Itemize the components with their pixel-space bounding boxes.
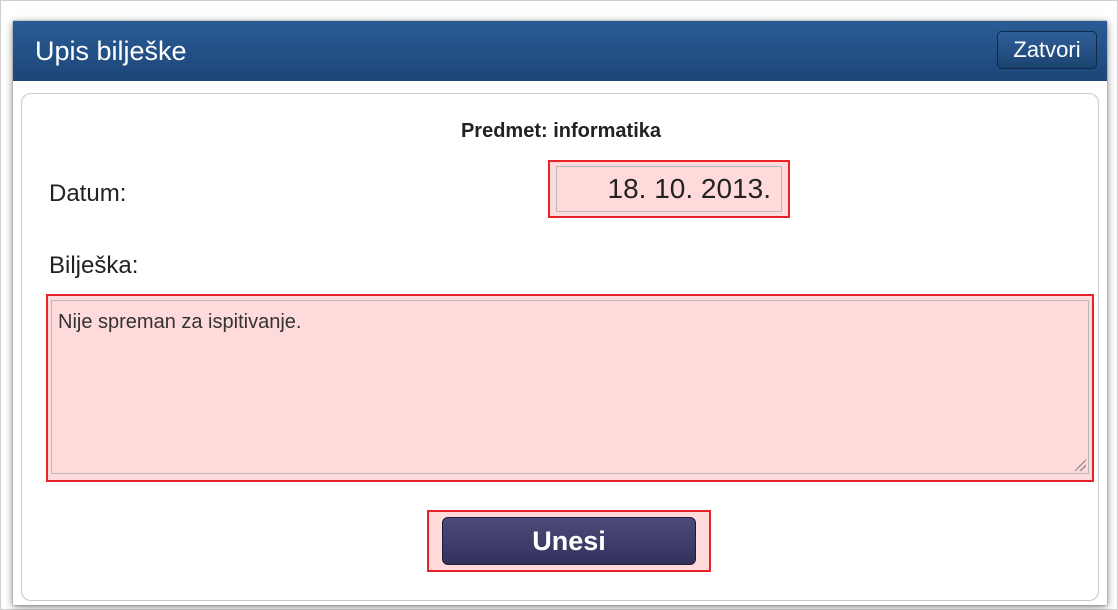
note-highlight: Nije spreman za ispitivanje. bbox=[46, 294, 1094, 482]
note-text: Nije spreman za ispitivanje. bbox=[58, 311, 302, 333]
note-dialog: Upis bilješke Zatvori Predmet: informati… bbox=[13, 21, 1107, 605]
dialog-title: Upis bilješke bbox=[35, 36, 187, 66]
submit-highlight: Unesi bbox=[427, 510, 711, 572]
submit-button[interactable]: Unesi bbox=[442, 517, 696, 565]
form-panel: Predmet: informatika Datum: 18. 10. 2013… bbox=[21, 93, 1099, 601]
date-label: Datum: bbox=[49, 180, 127, 207]
date-input[interactable]: 18. 10. 2013. bbox=[556, 166, 782, 212]
resize-grip-icon[interactable] bbox=[1074, 459, 1086, 471]
dialog-titlebar: Upis bilješke Zatvori bbox=[13, 21, 1107, 81]
note-textarea[interactable]: Nije spreman za ispitivanje. bbox=[51, 300, 1089, 474]
subject-heading: Predmet: informatika bbox=[460, 120, 662, 142]
note-label: Bilješka: bbox=[49, 252, 139, 279]
date-highlight: 18. 10. 2013. bbox=[548, 160, 790, 218]
close-button[interactable]: Zatvori bbox=[997, 31, 1097, 69]
screen-frame: Upis bilješke Zatvori Predmet: informati… bbox=[0, 0, 1118, 610]
